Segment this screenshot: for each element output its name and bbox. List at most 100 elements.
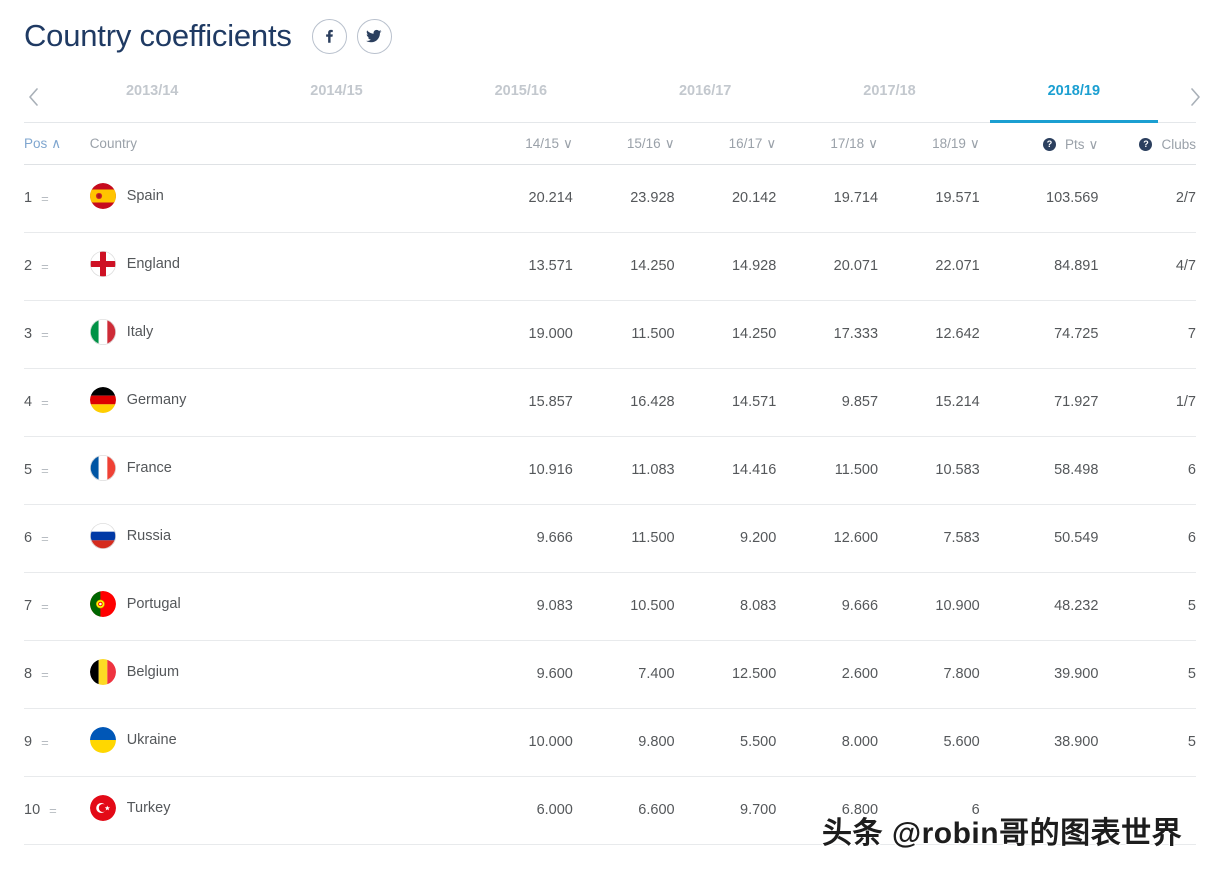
season-tab-2013-14[interactable]: 2013/14 xyxy=(60,78,244,122)
cell-country: France xyxy=(89,436,472,505)
country-name: France xyxy=(126,460,172,476)
season-tab-2017-18[interactable]: 2017/18 xyxy=(797,78,981,122)
cell-1617: 14.250 xyxy=(674,300,777,369)
column-header-pts-label: Pts xyxy=(1065,137,1085,152)
column-header-country-label: Country xyxy=(89,136,137,152)
season-tab-2016-17[interactable]: 2016/17 xyxy=(613,78,797,122)
column-header-country[interactable]: Country xyxy=(89,123,472,165)
cell-1819: 22.071 xyxy=(878,232,980,301)
position-number: 3 xyxy=(24,326,33,342)
cell-pts: 103.569 xyxy=(979,164,1099,233)
cell-country: Portugal xyxy=(89,572,472,641)
country-name: Italy xyxy=(126,324,154,340)
column-header-pos[interactable]: Pos ∧ xyxy=(24,123,90,165)
cell-1617: 14.571 xyxy=(674,368,777,437)
position-number: 10 xyxy=(24,802,41,818)
facebook-share-button[interactable] xyxy=(311,18,347,54)
flag-icon-belgium xyxy=(89,659,116,685)
column-header-clubs[interactable]: ? Clubs xyxy=(1098,123,1196,165)
cell-pts xyxy=(979,776,1099,845)
country-name: England xyxy=(126,256,180,272)
cell-1516: 10.500 xyxy=(572,572,675,641)
cell-clubs: 2/7 xyxy=(1098,164,1196,233)
position-change-icon: = xyxy=(41,530,49,546)
cell-1516: 6.600 xyxy=(572,776,675,845)
info-icon[interactable]: ? xyxy=(1139,138,1153,152)
cell-1516: 23.928 xyxy=(572,164,675,233)
column-header-pts[interactable]: ? Pts ∨ xyxy=(979,123,1099,165)
cell-pts: 74.725 xyxy=(979,300,1099,369)
table-row[interactable]: 5 = France 10.916 11.083 14.416 11.500 1… xyxy=(24,436,1196,505)
chevron-down-icon: ∨ xyxy=(1088,136,1099,152)
column-header-1617[interactable]: 16/17 ∨ xyxy=(674,123,777,165)
table-row[interactable]: 10 = Turkey 6.000 6.600 9.700 6.800 6 xyxy=(24,776,1196,845)
table-row[interactable]: 9 = Ukraine 10.000 9.800 5.500 8.000 5.6… xyxy=(24,708,1196,777)
cell-1415: 13.571 xyxy=(471,232,573,301)
table-row[interactable]: 4 = Germany 15.857 16.428 14.571 9.857 1… xyxy=(24,368,1196,437)
table-row[interactable]: 1 = Spain 20.214 23.928 20.142 19.714 19… xyxy=(24,164,1196,233)
cell-pts: 84.891 xyxy=(979,232,1099,301)
info-icon[interactable]: ? xyxy=(1043,138,1057,151)
cell-1415: 19.000 xyxy=(471,300,573,369)
position-number: 1 xyxy=(24,190,33,206)
twitter-share-button[interactable] xyxy=(356,18,392,54)
column-header-1516-label: 15/16 xyxy=(626,136,661,152)
cell-position: 10 = xyxy=(24,776,90,845)
table-row[interactable]: 2 = England 13.571 14.250 14.928 20.071 … xyxy=(24,232,1196,301)
cell-1415: 10.916 xyxy=(471,436,573,505)
cell-clubs: 4/7 xyxy=(1098,232,1196,301)
cell-1718: 20.071 xyxy=(776,232,879,301)
cell-1617: 5.500 xyxy=(674,708,777,777)
column-header-1819[interactable]: 18/19 ∨ xyxy=(878,123,980,165)
cell-pts: 50.549 xyxy=(979,504,1099,573)
page-title: Country coefficients xyxy=(24,18,292,53)
season-tab-2014-15[interactable]: 2014/15 xyxy=(244,78,428,122)
flag-icon-england xyxy=(89,251,116,277)
position-number: 4 xyxy=(24,394,33,410)
cell-position: 7 = xyxy=(24,572,90,641)
table-row[interactable]: 8 = Belgium 9.600 7.400 12.500 2.600 7.8… xyxy=(24,640,1196,709)
cell-country: Spain xyxy=(89,164,472,233)
column-header-1415[interactable]: 14/15 ∨ xyxy=(471,123,573,165)
column-header-1617-label: 16/17 xyxy=(728,136,763,152)
cell-1516: 11.500 xyxy=(572,300,675,369)
season-tabs-list: 2013/14 2014/15 2015/16 2016/17 2017/18 … xyxy=(60,78,1166,123)
cell-position: 3 = xyxy=(24,300,90,369)
cell-country: Italy xyxy=(89,300,472,369)
country-name: Belgium xyxy=(126,664,180,680)
cell-country: Turkey xyxy=(89,776,472,845)
tabs-next-arrow[interactable] xyxy=(1184,82,1206,112)
cell-country: England xyxy=(89,232,472,301)
cell-position: 9 = xyxy=(24,708,90,777)
country-name: Russia xyxy=(126,528,172,544)
cell-1718: 9.666 xyxy=(776,572,879,641)
cell-position: 5 = xyxy=(24,436,90,505)
twitter-icon xyxy=(366,28,382,44)
position-number: 9 xyxy=(24,734,33,750)
cell-pts: 39.900 xyxy=(979,640,1099,709)
cell-1415: 15.857 xyxy=(471,368,573,437)
cell-1617: 12.500 xyxy=(674,640,777,709)
cell-1415: 9.600 xyxy=(471,640,573,709)
cell-clubs xyxy=(1098,776,1196,845)
chevron-up-icon: ∧ xyxy=(51,135,62,151)
country-name: Spain xyxy=(126,188,164,204)
chevron-down-icon: ∨ xyxy=(868,135,879,151)
table-row[interactable]: 7 = Portugal 9.083 10.500 8.083 9.666 10… xyxy=(24,572,1196,641)
cell-1516: 11.083 xyxy=(572,436,675,505)
cell-country: Ukraine xyxy=(89,708,472,777)
table-row[interactable]: 3 = Italy 19.000 11.500 14.250 17.333 12… xyxy=(24,300,1196,369)
column-header-1516[interactable]: 15/16 ∨ xyxy=(572,123,675,165)
cell-country: Belgium xyxy=(89,640,472,709)
table-row[interactable]: 6 = Russia 9.666 11.500 9.200 12.600 7.5… xyxy=(24,504,1196,573)
cell-1415: 20.214 xyxy=(471,164,573,233)
cell-1718: 2.600 xyxy=(776,640,879,709)
season-tab-2018-19[interactable]: 2018/19 xyxy=(982,78,1166,123)
tabs-prev-arrow[interactable] xyxy=(22,82,44,112)
cell-1718: 17.333 xyxy=(776,300,879,369)
season-tab-2015-16[interactable]: 2015/16 xyxy=(429,78,613,122)
column-header-1718[interactable]: 17/18 ∨ xyxy=(776,123,879,165)
cell-1718: 9.857 xyxy=(776,368,879,437)
column-header-1718-label: 17/18 xyxy=(830,136,865,152)
column-header-clubs-label: Clubs xyxy=(1161,137,1196,153)
